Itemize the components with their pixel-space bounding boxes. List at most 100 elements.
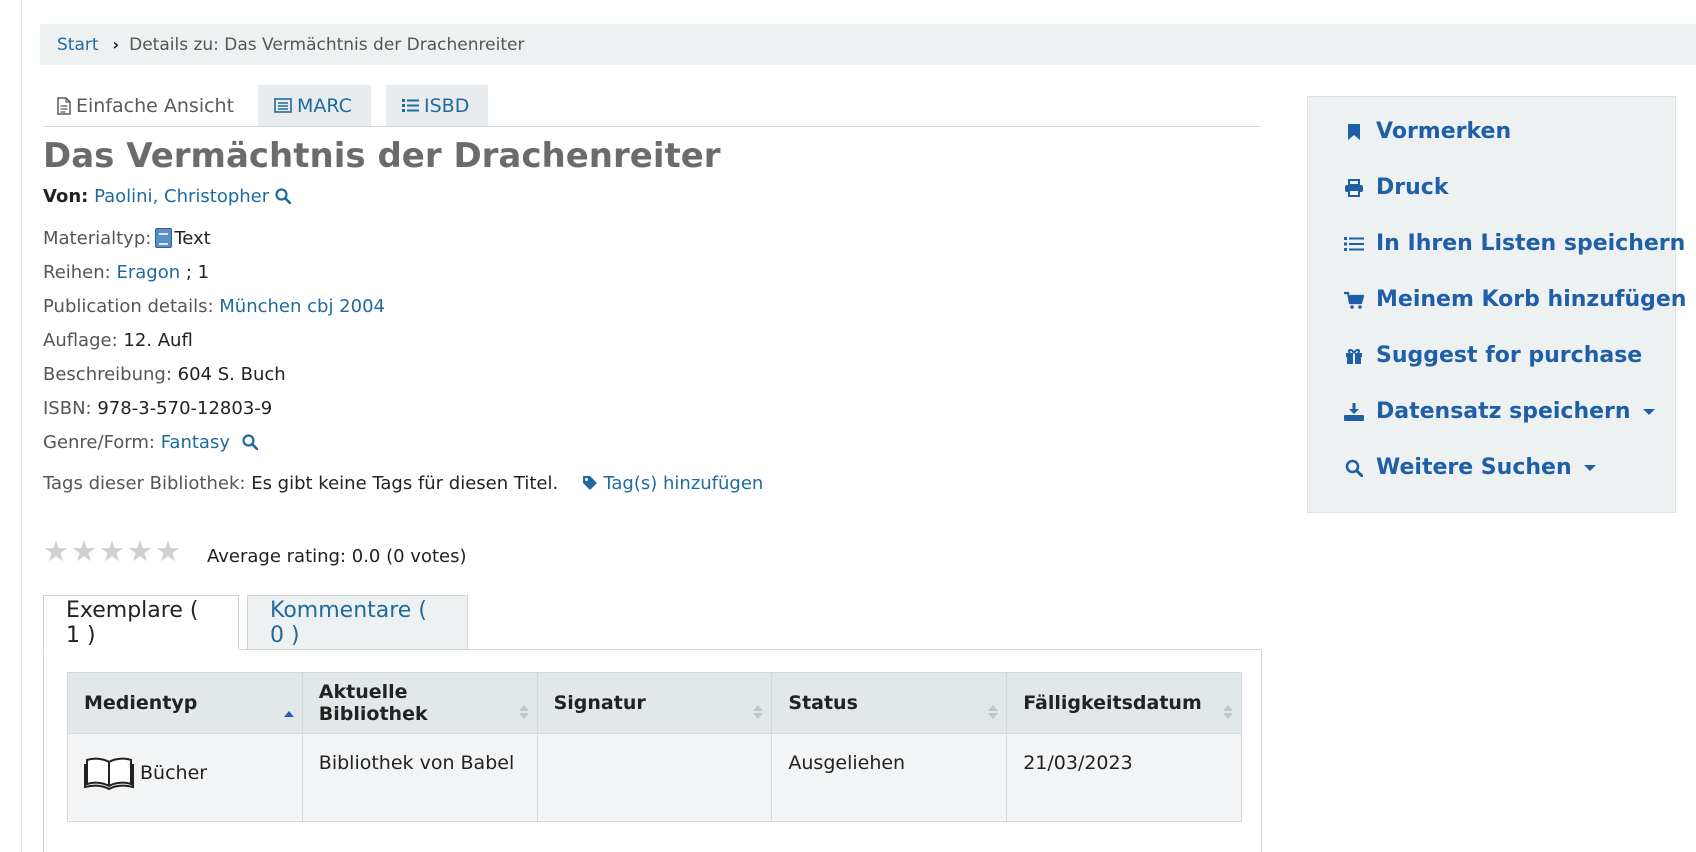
list-icon bbox=[1344, 236, 1364, 251]
tags-label: Tags dieser Bibliothek: bbox=[43, 473, 246, 494]
chevron-down-icon bbox=[1583, 464, 1596, 471]
record-actions-sidebar: Vormerken Druck In Ihren Listen speicher… bbox=[1307, 96, 1686, 513]
description-value: 604 S. Buch bbox=[177, 364, 286, 385]
list-alt-icon bbox=[274, 98, 292, 113]
tab-isbd-label: ISBD bbox=[424, 94, 470, 117]
edition-field: Auflage: 12. Aufl bbox=[43, 330, 193, 351]
cell-media-type: Bücher bbox=[67, 733, 303, 822]
column-header-library[interactable]: Aktuelle Bibliothek bbox=[301, 672, 538, 734]
add-tags-link[interactable]: Tag(s) hinzufügen bbox=[603, 473, 763, 494]
star-icon[interactable]: ★ bbox=[127, 537, 155, 566]
chevron-down-icon bbox=[1642, 408, 1655, 415]
series-link[interactable]: Eragon bbox=[116, 262, 180, 283]
save-record-label: Datensatz speichern bbox=[1376, 399, 1631, 424]
cell-library: Bibliothek von Babel bbox=[301, 733, 538, 822]
more-searches-label: Weitere Suchen bbox=[1376, 455, 1572, 480]
cell-call-number bbox=[536, 733, 773, 822]
search-icon[interactable] bbox=[242, 434, 259, 451]
column-header-label: Status bbox=[788, 692, 858, 714]
list-icon bbox=[402, 99, 419, 112]
average-rating-text: Average rating: 0.0 (0 votes) bbox=[207, 546, 467, 567]
tab-holdings[interactable]: Exemplare ( 1 ) bbox=[43, 595, 239, 650]
breadcrumb: Start › Details zu: Das Vermächtnis der … bbox=[40, 24, 1696, 65]
isbn-field: ISBN: 978-3-570-12803-9 bbox=[43, 398, 272, 419]
suggest-purchase-label: Suggest for purchase bbox=[1376, 343, 1643, 368]
star-rating[interactable]: ★ ★ ★ ★ ★ bbox=[43, 537, 183, 566]
author-link[interactable]: Paolini, Christopher bbox=[94, 186, 269, 207]
tab-simple-view[interactable]: Einfache Ansicht bbox=[43, 85, 250, 126]
star-icon[interactable]: ★ bbox=[99, 537, 127, 566]
publication-field: Publication details: München cbj 2004 bbox=[43, 296, 385, 317]
cell-due-date: 21/03/2023 bbox=[1006, 733, 1242, 822]
column-header-call-number[interactable]: Signatur bbox=[536, 672, 773, 734]
material-type-label: Materialtyp: bbox=[43, 228, 152, 249]
genre-label: Genre/Form: bbox=[43, 432, 155, 453]
add-to-cart-button[interactable]: Meinem Korb hinzufügen bbox=[1344, 287, 1686, 312]
sort-icon bbox=[753, 705, 764, 719]
tab-marc[interactable]: MARC bbox=[258, 85, 371, 126]
download-icon bbox=[1344, 402, 1364, 421]
cell-status: Ausgeliehen bbox=[771, 733, 1008, 822]
holdings-tabs: Exemplare ( 1 ) Kommentare ( 0 ) Medient… bbox=[43, 595, 1262, 852]
save-to-lists-label: In Ihren Listen speichern bbox=[1376, 231, 1686, 256]
table-row: Bücher Bibliothek von Babel Ausgeliehen … bbox=[67, 733, 1242, 822]
tag-icon bbox=[582, 476, 597, 490]
star-icon[interactable]: ★ bbox=[155, 537, 183, 566]
cart-icon bbox=[1344, 291, 1364, 309]
place-hold-button[interactable]: Vormerken bbox=[1344, 119, 1511, 144]
tab-isbd[interactable]: ISBD bbox=[386, 85, 488, 126]
page-left-border bbox=[21, 0, 22, 852]
bookmark-icon bbox=[1348, 123, 1360, 140]
description-label: Beschreibung: bbox=[43, 364, 172, 385]
edition-value: 12. Aufl bbox=[123, 330, 193, 351]
author-label: Von: bbox=[43, 186, 89, 207]
column-header-due-date[interactable]: Fälligkeitsdatum bbox=[1006, 672, 1242, 734]
suggest-purchase-button[interactable]: Suggest for purchase bbox=[1344, 343, 1642, 368]
star-icon[interactable]: ★ bbox=[71, 537, 99, 566]
holdings-table: Medientyp Aktuelle Bibliothek Signatur S… bbox=[67, 672, 1242, 822]
breadcrumb-separator-icon: › bbox=[112, 35, 120, 54]
column-header-label: Aktuelle Bibliothek bbox=[318, 681, 428, 725]
search-icon[interactable] bbox=[275, 188, 292, 205]
isbn-value: 978-3-570-12803-9 bbox=[97, 398, 273, 419]
status-value: Ausgeliehen bbox=[788, 752, 906, 774]
publication-link[interactable]: München cbj 2004 bbox=[219, 296, 385, 317]
more-searches-dropdown[interactable]: Weitere Suchen bbox=[1344, 455, 1596, 480]
table-header-row: Medientyp Aktuelle Bibliothek Signatur S… bbox=[67, 672, 1242, 734]
media-type-value: Bücher bbox=[140, 762, 208, 784]
sort-icon bbox=[518, 705, 529, 719]
breadcrumb-current: Details zu: Das Vermächtnis der Drachenr… bbox=[129, 34, 525, 55]
view-tabs: Einfache Ansicht MARC ISBD bbox=[43, 85, 1261, 127]
document-icon bbox=[57, 96, 71, 115]
column-header-label: Medientyp bbox=[84, 692, 198, 714]
print-icon bbox=[1345, 178, 1363, 197]
series-number: ; 1 bbox=[185, 262, 210, 283]
open-book-icon bbox=[84, 757, 134, 790]
column-header-media-type[interactable]: Medientyp bbox=[67, 672, 303, 734]
sort-icon bbox=[1223, 705, 1233, 719]
description-field: Beschreibung: 604 S. Buch bbox=[43, 364, 286, 385]
edition-label: Auflage: bbox=[43, 330, 118, 351]
material-type-value: Text bbox=[174, 228, 211, 249]
print-button[interactable]: Druck bbox=[1344, 175, 1448, 200]
genre-field: Genre/Form: Fantasy bbox=[43, 432, 259, 453]
tags-value: Es gibt keine Tags für diesen Titel. bbox=[251, 473, 559, 494]
publication-label: Publication details: bbox=[43, 296, 214, 317]
material-type-field: Materialtyp: Text bbox=[43, 228, 211, 249]
tab-comments[interactable]: Kommentare ( 0 ) bbox=[247, 595, 468, 650]
star-icon[interactable]: ★ bbox=[43, 537, 71, 566]
tab-simple-view-label: Einfache Ansicht bbox=[76, 94, 235, 117]
holdings-panel: Medientyp Aktuelle Bibliothek Signatur S… bbox=[43, 649, 1262, 852]
save-to-lists-button[interactable]: In Ihren Listen speichern bbox=[1344, 231, 1685, 256]
genre-link[interactable]: Fantasy bbox=[161, 432, 230, 453]
place-hold-label: Vormerken bbox=[1376, 119, 1512, 144]
column-header-label: Signatur bbox=[553, 692, 646, 714]
column-header-status[interactable]: Status bbox=[771, 672, 1008, 734]
sort-icon bbox=[988, 705, 999, 719]
save-record-dropdown[interactable]: Datensatz speichern bbox=[1344, 399, 1655, 424]
due-date-value: 21/03/2023 bbox=[1023, 752, 1133, 774]
author-line: Von: Paolini, Christopher bbox=[43, 186, 292, 207]
breadcrumb-home-link[interactable]: Start bbox=[57, 35, 99, 55]
series-label: Reihen: bbox=[43, 262, 111, 283]
tags-field: Tags dieser Bibliothek: Es gibt keine Ta… bbox=[43, 473, 763, 494]
